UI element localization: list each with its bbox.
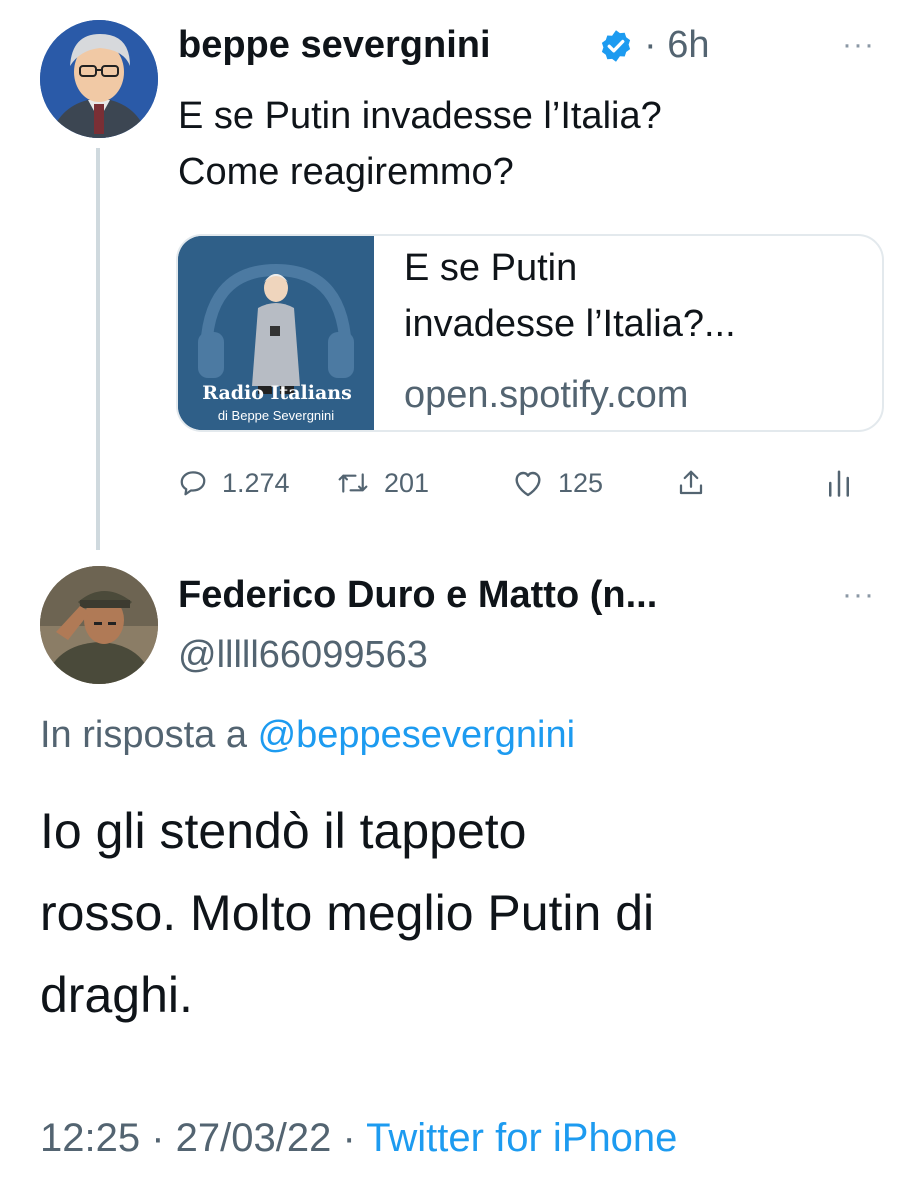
link-card[interactable]: Radio Italians di Beppe Severgnini E se … [176,234,884,432]
like-button[interactable]: 125 [512,458,603,508]
reply-icon [180,471,206,496]
thread-connector-line [96,148,100,550]
retweet-count: 201 [384,467,430,498]
analytics-icon [829,470,849,497]
reply-author-avatar[interactable] [40,566,158,684]
podcast-thumbnail-subtitle: di Beppe Severgnini [217,408,335,423]
tweet-time[interactable]: · 6h [644,20,709,70]
more-options-icon[interactable]: ··· [842,30,875,60]
verified-badge-icon [598,28,634,64]
analytics-button[interactable] [826,458,852,508]
replying-to-mention-link[interactable]: @beppesevergnini [258,714,575,756]
author-name[interactable]: beppe severgnini [178,20,491,70]
tweet-text: E se Putin invadesse l’Italia? Come reag… [178,95,662,193]
like-count: 125 [558,467,604,498]
retweet-button[interactable]: 201 [336,458,429,508]
card-title: E se Putin invadesse l’Italia?... [404,247,736,345]
share-button[interactable] [676,458,706,508]
tweet-timestamp: 12:25 · 27/03/22 · [40,1116,367,1160]
replying-to-line: In risposta a @beppesevergnini [40,710,575,760]
reply-author-handle[interactable]: @lllll66099563 [178,630,428,680]
reply-button[interactable]: 1.274 [178,458,290,508]
replying-to-label: In risposta a [40,714,258,756]
tweet-source-link[interactable]: Twitter for iPhone [366,1116,677,1160]
reply-text: Io gli stendò il tappeto rosso. Molto me… [40,803,655,1023]
retweet-icon [338,473,368,493]
more-options-icon[interactable]: ··· [842,580,875,610]
podcast-thumbnail-title: Radio Italians [202,382,352,404]
heart-icon [515,471,541,497]
reply-count: 1.274 [222,467,290,498]
author-avatar[interactable] [40,20,158,138]
share-icon [679,470,703,495]
reply-author-name[interactable]: Federico Duro e Matto (n... [178,570,657,620]
tweet-metadata: 12:25 · 27/03/22 · Twitter for iPhone [40,1110,677,1166]
podcast-thumbnail: Radio Italians di Beppe Severgnini [178,236,374,430]
card-domain: open.spotify.com [404,374,689,416]
